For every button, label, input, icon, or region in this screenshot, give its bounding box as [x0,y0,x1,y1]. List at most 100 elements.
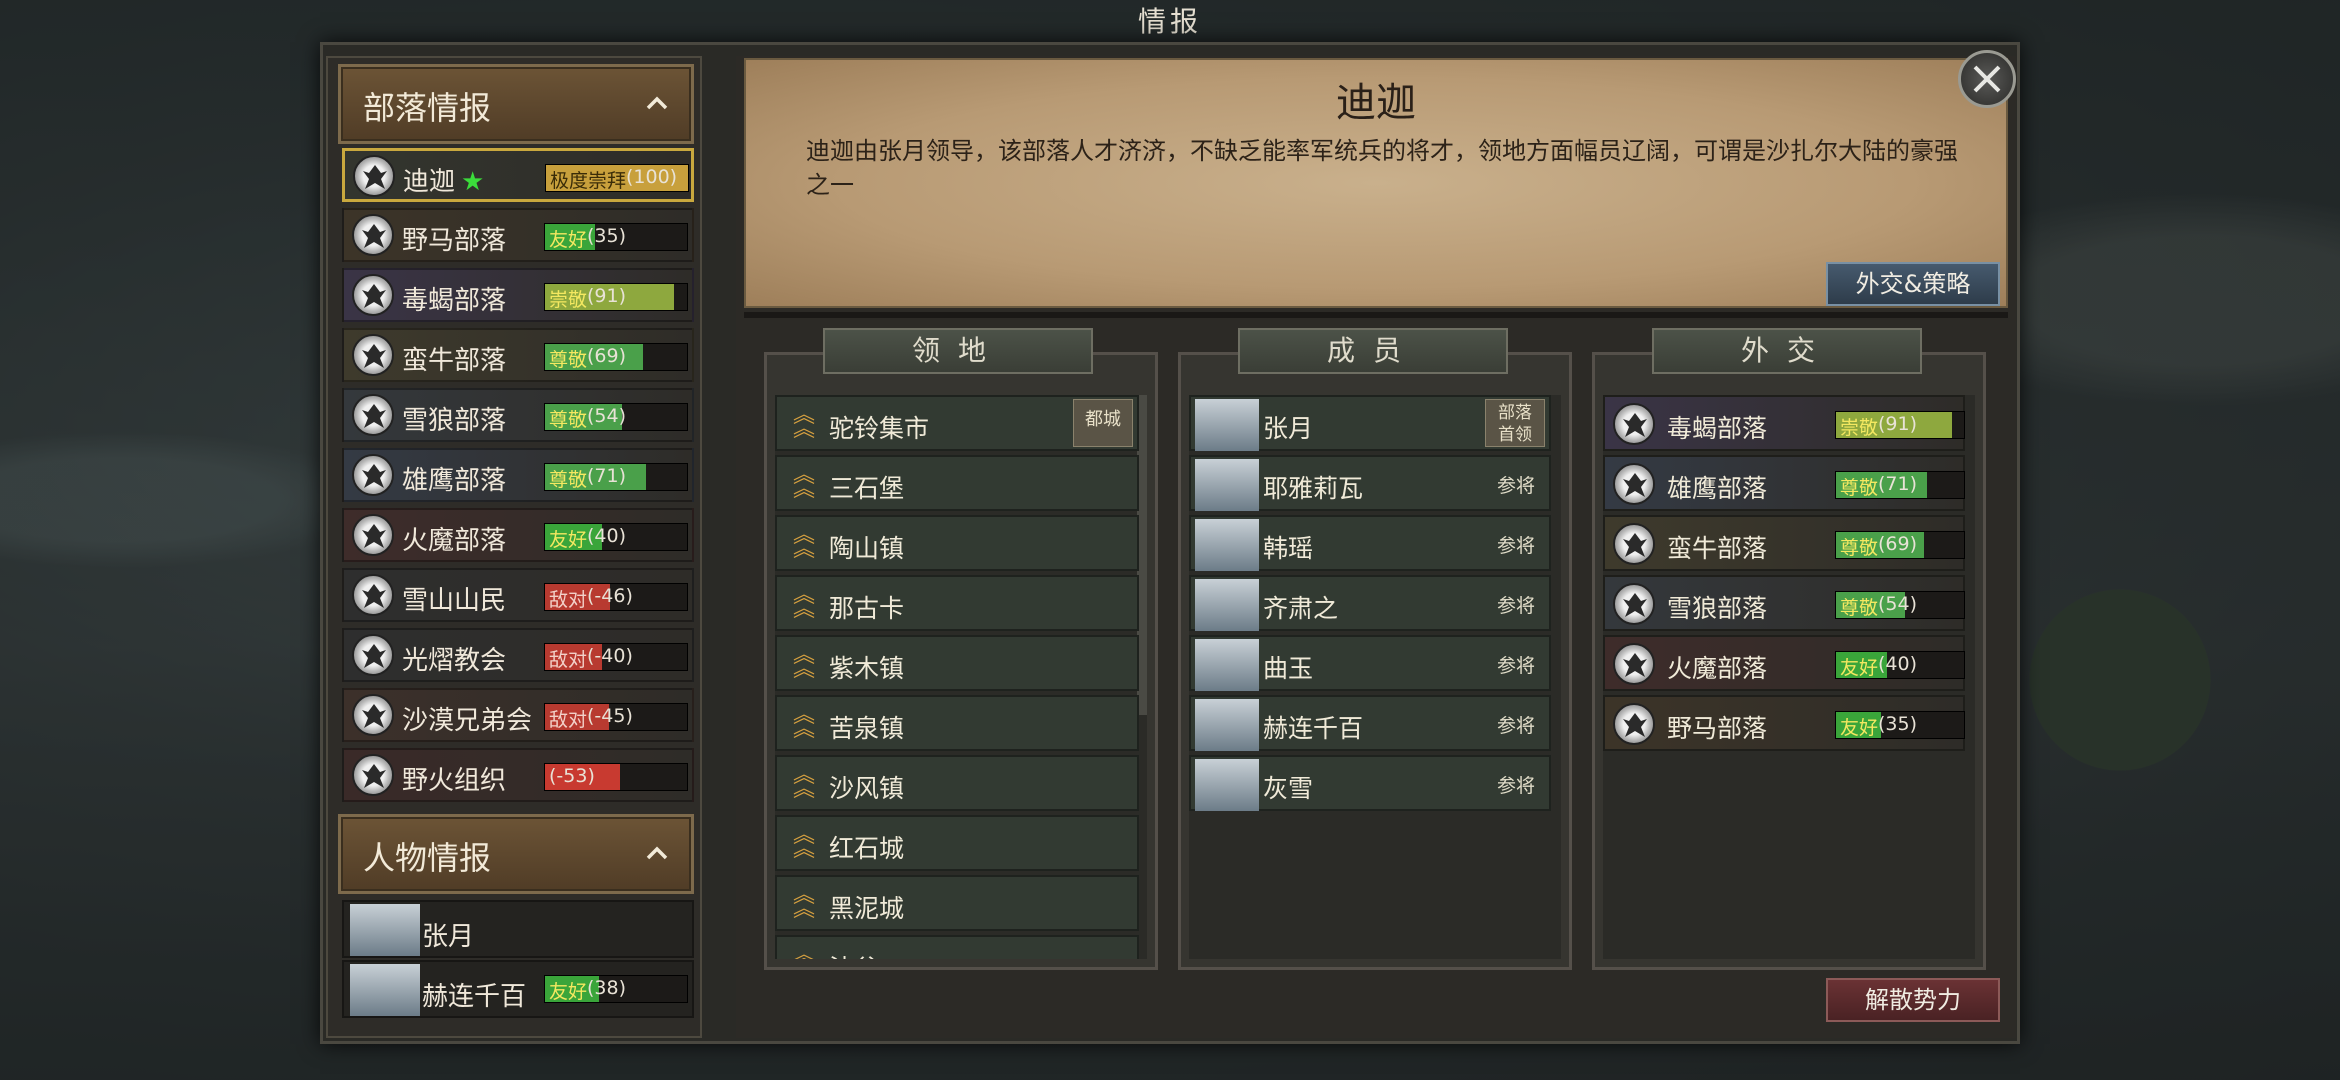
member-row[interactable]: 耶雅莉瓦 参将 [1189,455,1551,511]
relation-label: 敌对 [549,649,588,671]
diplomacy-header: 外交 [1652,328,1922,374]
tribe-row[interactable]: 沙漠兄弟会 敌对 (-45) [342,688,694,742]
relation-value: (35) [587,225,627,247]
tribe-row[interactable]: 光熠教会 敌对 (-40) [342,628,694,682]
member-name: 赫连千百 [1263,714,1364,743]
tribe-name: 沙漠兄弟会 [402,700,532,737]
member-portrait [1195,519,1259,571]
relation-bar: 尊敬 (69) [1835,531,1965,559]
rank-chevron-icon: ︽︽ [793,463,816,502]
territory-row[interactable]: ︽ ︽ 沙风镇 [775,755,1139,811]
tribe-row[interactable]: 蛮牛部落 尊敬 (69) [342,328,694,382]
diplomacy-row[interactable]: 雄鹰部落 尊敬 (71) [1603,455,1965,511]
chevron-up-icon [646,96,668,110]
territory-row[interactable]: ︽ ︽ 黑泥城 [775,875,1139,931]
member-role: 参将 [1496,595,1535,617]
tribe-emblem-icon [352,634,394,676]
tribe-row[interactable]: 野火组织 (-53) [342,748,694,802]
relation-value: (69) [587,345,627,367]
tribe-row[interactable]: 野马部落 友好 (35) [342,208,694,262]
territory-row[interactable]: ︽ ︽ 苦泉镇 [775,695,1139,751]
tribe-name: 蛮牛部落 [402,340,506,377]
capital-tag: 都城 [1073,399,1133,447]
tribe-name: 野马部落 [402,220,506,257]
tribe-row[interactable]: 毒蝎部落 崇敬 (91) [342,268,694,322]
rank-chevron-icon: ︽︽ [793,703,816,742]
diplomacy-row[interactable]: 毒蝎部落 崇敬 (91) [1603,395,1965,451]
character-row[interactable]: 赫连千百 友好 (38) [342,960,694,1018]
tribe-name: 毒蝎部落 [402,280,506,317]
relation-label: 尊敬 [1840,537,1879,559]
territory-name: 黑泥城 [829,894,905,923]
relation-value: (-45) [587,705,633,727]
character-section-header[interactable]: 人物情报 [338,814,694,894]
territory-list[interactable]: ︽ ︽ 驼铃集市 都城 ︽ ︽ 三石堡 ︽ ︽ 陶山镇 ︽ ︽ 那古卡 ︽ ︽ 紫木镇 ︽ ︽ 苦泉镇 ︽ ︽ 沙风镇 ︽ ︽… [775,395,1147,959]
relation-label: 崇敬 [1840,417,1879,439]
tribe-name: 野火组织 [402,760,506,797]
members-column: 张月 部落 首领 耶雅莉瓦 参将 韩瑶 参将 齐肃之 参将 曲玉 参将 赫连千百 参将 灰雪 参将 [1178,352,1572,970]
tribe-row[interactable]: 火魔部落 友好 (40) [342,508,694,562]
character-row[interactable]: 张月 [342,900,694,958]
tribe-row[interactable]: 迪迦 ★ 极度崇拜 (100) [342,148,694,202]
window-title: 情报 [1137,5,1202,38]
tribe-row[interactable]: 雪狼部落 尊敬 (54) [342,388,694,442]
rank-chevron-icon: ︽︽ [793,403,816,442]
tribe-emblem-icon [352,694,394,736]
territory-row[interactable]: ︽ ︽ 陶山镇 [775,515,1139,571]
relation-label: 尊敬 [549,349,588,371]
member-portrait [1195,459,1259,511]
member-portrait [1195,579,1259,631]
tribe-emblem-icon [352,574,394,616]
member-row[interactable]: 齐肃之 参将 [1189,575,1551,631]
relation-value: (91) [587,285,627,307]
character-name: 赫连千百 [422,982,527,1012]
relation-value: (-46) [587,585,633,607]
diplomacy-row[interactable]: 火魔部落 友好 (40) [1603,635,1965,691]
close-button[interactable] [1958,50,2016,108]
diplomacy-strategy-button[interactable]: 外交&策略 [1826,262,2000,306]
diplomacy-row[interactable]: 雪狼部落 尊敬 (54) [1603,575,1965,631]
territory-name: 驼铃集市 [829,414,930,443]
relation-bar: 崇敬 (91) [1835,411,1965,439]
tribe-name-text: 野火组织 [402,766,507,796]
tribe-name-text: 蛮牛部落 [402,346,507,376]
territory-row[interactable]: ︽ ︽ 驼铃集市 都城 [775,395,1139,451]
disband-button[interactable]: 解散势力 [1826,978,2000,1022]
tribe-name-text: 沙漠兄弟会 [402,706,533,736]
diplomacy-row[interactable]: 蛮牛部落 尊敬 (69) [1603,515,1965,571]
emblem-glyph-icon [362,524,386,548]
tribe-row[interactable]: 雪山山民 敌对 (-46) [342,568,694,622]
rank-chevron-icon: ︽︽ [793,583,816,622]
tribe-row[interactable]: 雄鹰部落 尊敬 (71) [342,448,694,502]
tribe-name: 火魔部落 [402,520,506,557]
relation-label: 尊敬 [549,409,588,431]
member-row[interactable]: 张月 部落 首领 [1189,395,1551,451]
relation-value: (38) [587,977,627,999]
territory-row[interactable]: ︽ ︽ 紫木镇 [775,635,1139,691]
territory-row[interactable]: ︽ ︽ 那古卡 [775,575,1139,631]
relation-label: 敌对 [549,589,588,611]
relation-label: 友好 [549,981,588,1003]
territory-row[interactable]: ︽︽ 沙谷 [775,935,1139,959]
emblem-glyph-icon [362,644,386,668]
territory-row[interactable]: ︽ ︽ 三石堡 [775,455,1139,511]
member-row[interactable]: 曲玉 参将 [1189,635,1551,691]
tribe-emblem-icon [352,394,394,436]
member-name: 耶雅莉瓦 [1263,474,1364,503]
territory-name: 紫木镇 [829,654,905,683]
emblem-glyph-icon [1623,653,1647,677]
rank-chevron-icon: ︽︽ [793,943,816,960]
members-header: 成员 [1238,328,1508,374]
emblem-glyph-icon [362,224,386,248]
member-row[interactable]: 赫连千百 参将 [1189,695,1551,751]
diplomacy-tribe-name: 火魔部落 [1667,654,1768,683]
territory-row[interactable]: ︽ ︽ 红石城 [775,815,1139,871]
member-row[interactable]: 韩瑶 参将 [1189,515,1551,571]
relation-value: (69) [1878,533,1918,555]
diplomacy-tribe-name: 野马部落 [1667,714,1768,743]
tribe-section-header[interactable]: 部落情报 [338,64,694,144]
member-row[interactable]: 灰雪 参将 [1189,755,1551,811]
diplomacy-row[interactable]: 野马部落 友好 (35) [1603,695,1965,751]
tribe-name-text: 野马部落 [402,226,507,256]
tribe-name: 雪狼部落 [402,400,506,437]
